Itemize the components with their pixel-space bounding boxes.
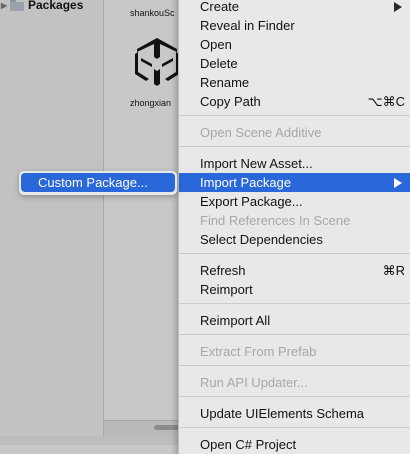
- tree-item-label: Packages: [28, 0, 84, 12]
- folder-icon: [10, 0, 24, 11]
- menu-separator: [179, 303, 410, 304]
- menu-item-label: Custom Package...: [38, 175, 148, 190]
- shortcut-label: ⌘R: [382, 262, 405, 278]
- menu-item-label: Rename: [200, 75, 250, 90]
- menu-item-update-uielements-schema[interactable]: Update UIElements Schema: [179, 404, 410, 423]
- menu-item-label: Copy Path: [200, 94, 261, 109]
- menu-item-copy-path[interactable]: Copy Path ⌥⌘C: [179, 92, 410, 111]
- menu-item-create[interactable]: Create: [179, 0, 410, 16]
- menu-item-label: Reimport: [200, 282, 253, 297]
- menu-item-label: Export Package...: [200, 194, 303, 209]
- menu-item-reveal-in-finder[interactable]: Reveal in Finder: [179, 16, 410, 35]
- menu-item-refresh[interactable]: Refresh ⌘R: [179, 261, 410, 280]
- submenu-arrow-icon: [394, 177, 402, 188]
- menu-item-label: Delete: [200, 56, 238, 71]
- menu-item-select-dependencies[interactable]: Select Dependencies: [179, 230, 410, 249]
- asset-label[interactable]: shankouSc: [130, 8, 175, 18]
- menu-separator: [179, 253, 410, 254]
- menu-item-label: Import Package: [200, 175, 292, 190]
- menu-separator: [179, 427, 410, 428]
- menu-item-label: Import New Asset...: [200, 156, 313, 171]
- project-tree-panel: ▶ Packages: [0, 0, 104, 445]
- menu-item-reimport[interactable]: Reimport: [179, 280, 410, 299]
- menu-item-export-package[interactable]: Export Package...: [179, 192, 410, 211]
- menu-item-import-new-asset[interactable]: Import New Asset...: [179, 154, 410, 173]
- menu-separator: [179, 146, 410, 147]
- menu-item-delete[interactable]: Delete: [179, 54, 410, 73]
- menu-item-label: Reimport All: [200, 313, 271, 328]
- menu-item-extract-from-prefab: Extract From Prefab: [179, 342, 410, 361]
- menu-item-label: Open Scene Additive: [200, 125, 322, 140]
- menu-item-label: Run API Updater...: [200, 375, 308, 390]
- menu-item-open[interactable]: Open: [179, 35, 410, 54]
- asset-label[interactable]: zhongxian: [130, 98, 171, 108]
- menu-item-open-scene-additive: Open Scene Additive: [179, 123, 410, 142]
- menu-item-label: Update UIElements Schema: [200, 406, 365, 421]
- menu-item-label: Reveal in Finder: [200, 18, 295, 33]
- chevron-right-icon[interactable]: ▶: [1, 1, 10, 10]
- menu-separator: [179, 334, 410, 335]
- menu-item-import-package[interactable]: Import Package: [179, 173, 410, 192]
- menu-item-label: Extract From Prefab: [200, 344, 317, 359]
- menu-separator: [179, 365, 410, 366]
- shortcut-label: ⌥⌘C: [367, 93, 405, 109]
- menu-item-label: Find References In Scene: [200, 213, 351, 228]
- import-package-submenu: Custom Package...: [19, 171, 177, 195]
- menu-item-rename[interactable]: Rename: [179, 73, 410, 92]
- tree-item-packages[interactable]: ▶ Packages: [0, 0, 83, 15]
- menu-item-run-api-updater: Run API Updater...: [179, 373, 410, 392]
- menu-item-label: Open: [200, 37, 232, 52]
- menu-item-label: Create: [200, 0, 240, 14]
- menu-item-custom-package[interactable]: Custom Package...: [21, 173, 175, 192]
- unity-scene-icon[interactable]: [132, 36, 182, 90]
- menu-separator: [179, 396, 410, 397]
- menu-separator: [179, 115, 410, 116]
- menu-item-label: Refresh: [200, 263, 246, 278]
- submenu-arrow-icon: [394, 1, 402, 12]
- menu-item-reimport-all[interactable]: Reimport All: [179, 311, 410, 330]
- menu-item-label: Select Dependencies: [200, 232, 323, 247]
- context-menu: Create Reveal in Finder Open Delete Rena…: [178, 0, 410, 454]
- menu-item-find-references: Find References In Scene: [179, 211, 410, 230]
